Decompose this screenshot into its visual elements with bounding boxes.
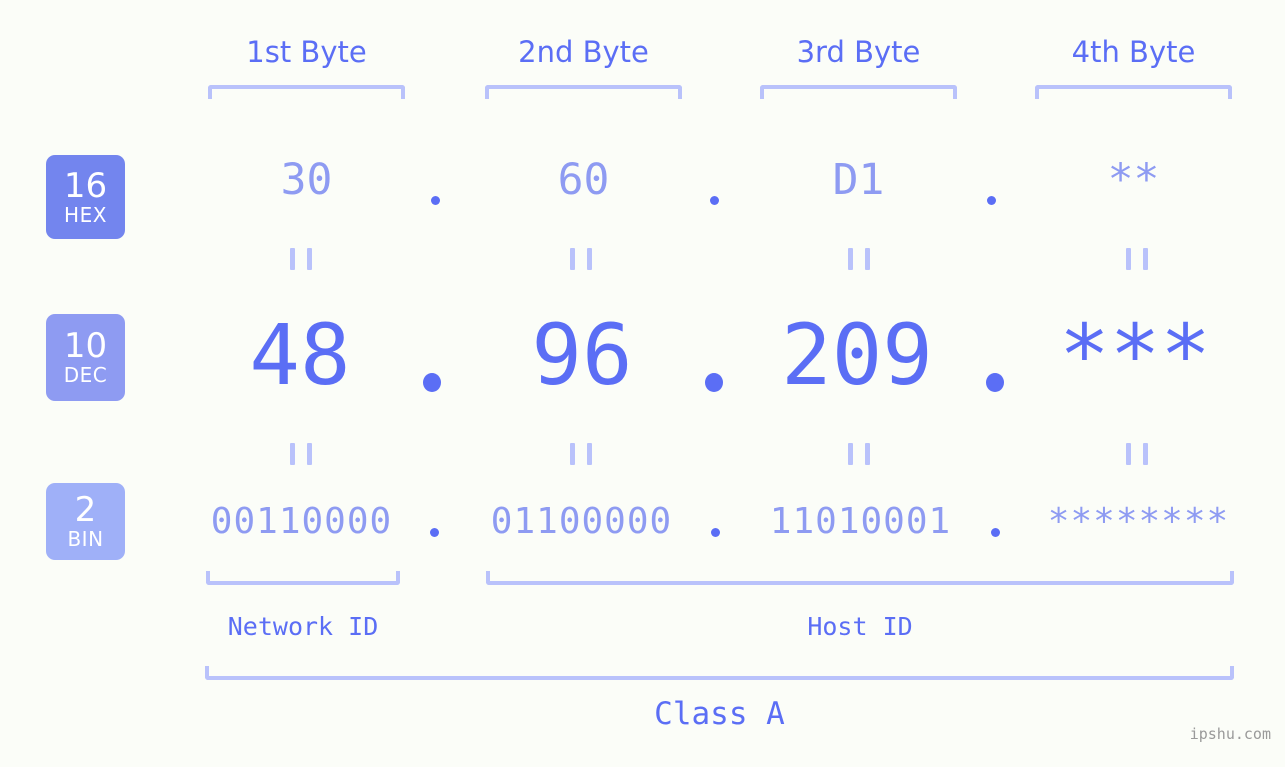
byte-header-2: 2nd Byte [518, 35, 649, 69]
bin-dot-3 [991, 528, 1000, 537]
equals-mark-dec-bin-3 [848, 443, 870, 465]
byte-header-1: 1st Byte [246, 35, 367, 69]
bin-byte-4: ******** [1047, 501, 1230, 542]
site-watermark: ipshu.com [1189, 725, 1271, 743]
equals-mark-dec-bin-2 [570, 443, 592, 465]
bin-byte-1: 00110000 [210, 501, 393, 542]
bin-byte-3: 11010001 [769, 501, 952, 542]
equals-mark-hex-dec-1 [290, 248, 312, 270]
equals-mark-dec-bin-1 [290, 443, 312, 465]
byte-bracket-2 [485, 85, 682, 99]
equals-mark-dec-bin-4 [1126, 443, 1148, 465]
bin-dot-1 [430, 528, 439, 537]
hex-byte-1: 30 [280, 155, 333, 205]
radix-badge-hex-word: HEX [64, 202, 107, 227]
hex-byte-2: 60 [557, 155, 610, 205]
dec-dot-3 [986, 373, 1004, 392]
hex-dot-3 [987, 196, 996, 205]
bin-dot-2 [711, 528, 720, 537]
radix-badge-dec[interactable]: 10 DEC [46, 314, 125, 401]
dec-dot-1 [423, 373, 441, 392]
network-id-bracket [206, 571, 400, 585]
byte-bracket-4 [1035, 85, 1232, 99]
radix-badge-dec-number: 10 [63, 326, 108, 366]
dec-byte-3: 209 [781, 306, 933, 404]
dec-byte-4: *** [1059, 306, 1211, 404]
host-id-bracket [486, 571, 1234, 585]
equals-mark-hex-dec-4 [1126, 248, 1148, 270]
hex-byte-3: D1 [832, 155, 885, 205]
radix-badge-hex-number: 16 [63, 165, 108, 206]
byte-header-3: 3rd Byte [796, 35, 921, 69]
bin-byte-2: 01100000 [490, 501, 673, 542]
dec-dot-2 [705, 373, 723, 392]
radix-badge-dec-word: DEC [63, 363, 108, 387]
radix-badge-bin-word: BIN [67, 527, 104, 551]
dec-byte-1: 48 [249, 306, 351, 404]
radix-badge-bin[interactable]: 2 BIN [46, 483, 125, 560]
ip-byte-breakdown-diagram: 1st Byte 2nd Byte 3rd Byte 4th Byte 16 H… [0, 0, 1285, 767]
hex-byte-4: ** [1107, 155, 1160, 205]
class-label: Class A [654, 696, 785, 732]
equals-mark-hex-dec-2 [570, 248, 592, 270]
radix-badge-bin-number: 2 [74, 490, 97, 530]
equals-mark-hex-dec-3 [848, 248, 870, 270]
radix-badge-hex[interactable]: 16 HEX [46, 155, 125, 239]
hex-dot-2 [710, 196, 719, 205]
byte-bracket-3 [760, 85, 957, 99]
network-id-label: Network ID [227, 612, 379, 641]
host-id-label: Host ID [807, 612, 913, 641]
class-bracket [205, 666, 1234, 680]
byte-header-4: 4th Byte [1071, 35, 1196, 69]
byte-bracket-1 [208, 85, 405, 99]
dec-byte-2: 96 [531, 306, 633, 404]
hex-dot-1 [431, 196, 440, 205]
